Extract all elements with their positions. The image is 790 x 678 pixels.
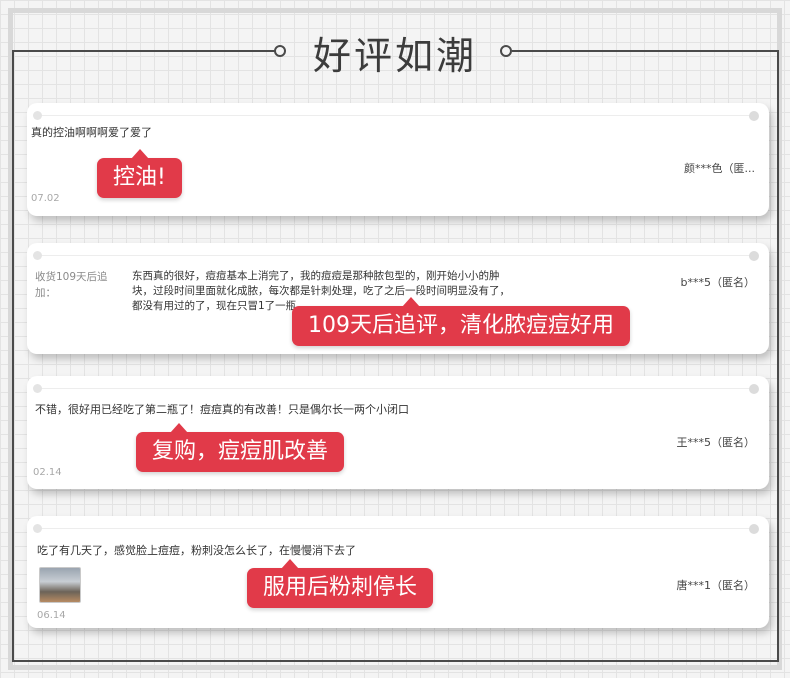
review-date: 06.14: [37, 610, 66, 621]
badge-label: 服用后粉刺停长: [263, 575, 418, 600]
pin-icon: [33, 524, 42, 533]
badge-label: 控油!: [113, 165, 166, 190]
reviewer-name: 唐***1（匿名）: [676, 579, 756, 592]
badge-label: 复购，痘痘肌改善: [152, 439, 329, 464]
reviewer-name: b***5（匿名）: [680, 276, 755, 289]
pin-icon: [33, 384, 42, 393]
review-date: 07.02: [31, 193, 60, 204]
review-photo-thumbnail[interactable]: [39, 567, 81, 603]
callout-tail: [131, 149, 149, 159]
reviewer-name: 王***5（匿名）: [676, 436, 756, 449]
badge-label: 109天后追评，清化脓痘痘好用: [308, 313, 614, 338]
card-rule: [37, 255, 755, 256]
highlight-badge-2: 109天后追评，清化脓痘痘好用: [292, 297, 630, 346]
card-rule: [37, 528, 755, 529]
frame-top-line-right: [512, 50, 779, 52]
card-rule: [37, 388, 755, 389]
followup-label: 收货109天后追加：: [35, 271, 108, 299]
pin-icon: [749, 524, 759, 534]
card-rule: [37, 115, 755, 116]
pin-icon: [33, 251, 42, 260]
review-text: 不错，很好用已经吃了第二瓶了！痘痘真的有改善！只是偶尔长一两个小闭口: [35, 403, 409, 416]
highlight-badge-3: 复购，痘痘肌改善: [136, 423, 345, 472]
highlight-badge-1: 控油!: [97, 149, 182, 198]
pin-icon: [33, 111, 42, 120]
pin-icon: [749, 384, 759, 394]
callout-tail: [281, 559, 299, 569]
frame-ring-left-icon: [274, 45, 286, 57]
frame-ring-right-icon: [500, 45, 512, 57]
review-date: 02.14: [33, 467, 62, 478]
pin-icon: [749, 111, 759, 121]
frame-top-line-left: [12, 50, 276, 52]
pin-icon: [749, 251, 759, 261]
review-text: 真的控油啊啊啊爱了爱了: [31, 126, 152, 139]
reviewer-name: 颜***色（匿...: [684, 162, 755, 175]
callout-tail: [170, 423, 188, 433]
review-text: 吃了有几天了，感觉脸上痘痘，粉刺没怎么长了，在慢慢消下去了: [37, 544, 356, 557]
highlight-badge-4: 服用后粉刺停长: [247, 559, 434, 608]
page-title: 好评如潮: [312, 33, 477, 78]
callout-tail: [402, 297, 420, 307]
